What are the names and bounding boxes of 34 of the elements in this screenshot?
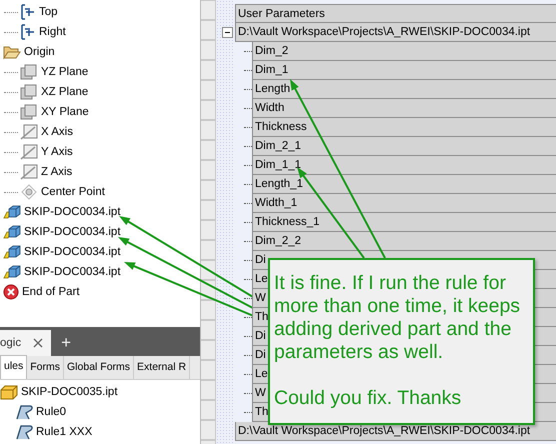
tree-item[interactable]: Rule1 XXX [36, 426, 92, 438]
tree-item[interactable]: SKIP-DOC0035.ipt [21, 386, 118, 398]
tab[interactable]: ules [0, 355, 28, 379]
table-cell: Length_1 [252, 175, 556, 194]
tree-item[interactable]: XZ Plane [41, 86, 88, 98]
table-header: User Parameters [235, 4, 556, 23]
tree-item[interactable]: Rule0 [36, 406, 66, 418]
table-cell: Thickness [252, 118, 556, 137]
tree-item[interactable]: Z Axis [41, 166, 72, 178]
table-cell: Dim_1 [252, 61, 556, 80]
table-cell: D:\Vault Workspace\Projects\A_RWEI\SKIP-DOC0034.ipt [235, 23, 556, 42]
table-cell: Width [252, 99, 556, 118]
panel-tab[interactable]: ogic [0, 330, 52, 356]
tree-item[interactable]: Y Axis [41, 146, 73, 158]
tree-item[interactable]: End of Part [22, 286, 80, 298]
table-cell: Dim_2_1 [252, 137, 556, 156]
table-cell: Thickness_1 [252, 213, 556, 232]
table-cell: Length [252, 80, 556, 99]
table-cell: Dim_2 [252, 42, 556, 61]
tree-item[interactable]: Top [39, 6, 58, 18]
tree-item[interactable]: SKIP-DOC0034.ipt [24, 226, 121, 238]
table-cell: Dim_2_2 [252, 232, 556, 251]
table-cell: Dim_1_1 [252, 156, 556, 175]
tree-item[interactable]: SKIP-DOC0034.ipt [24, 206, 121, 218]
table-cell: Width_1 [252, 194, 556, 213]
tree-item[interactable]: XY Plane [41, 106, 89, 118]
tree-item[interactable]: Center Point [41, 186, 105, 198]
tree-item[interactable]: SKIP-DOC0034.ipt [24, 246, 121, 258]
tree-item[interactable]: Right [39, 26, 66, 38]
add-tab-button[interactable]: + [51, 333, 82, 353]
tree-item[interactable]: Origin [24, 46, 55, 58]
tree-item[interactable]: X Axis [41, 126, 73, 138]
tree-item[interactable]: YZ Plane [41, 66, 88, 78]
tree-item[interactable]: SKIP-DOC0034.ipt [24, 266, 121, 278]
